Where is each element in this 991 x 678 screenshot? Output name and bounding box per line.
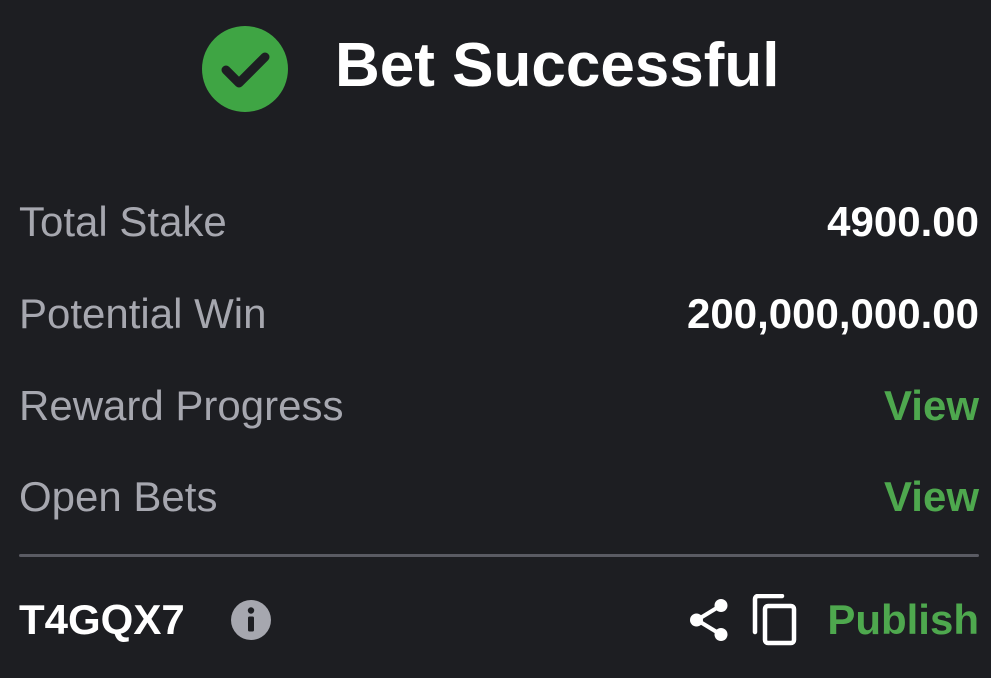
total-stake-label: Total Stake [19,198,227,245]
open-bets-label: Open Bets [19,473,218,520]
share-icon[interactable] [686,597,732,643]
info-icon[interactable] [230,599,272,641]
summary-row-potential-win: Potential Win 200,000,000.00 [19,284,979,344]
booking-footer: T4GQX7 Publish [19,588,979,652]
check-circle-icon [202,26,288,112]
summary-row-open-bets: Open Bets View [19,467,979,527]
reward-progress-label: Reward Progress [19,382,344,429]
page-title: Bet Successful [335,31,780,100]
reward-progress-view-link[interactable]: View [884,376,979,436]
open-bets-view-link[interactable]: View [884,467,979,527]
potential-win-value: 200,000,000.00 [687,290,979,337]
divider [19,554,979,557]
summary-row-reward-progress: Reward Progress View [19,376,979,436]
total-stake-value: 4900.00 [827,198,979,245]
copy-icon[interactable] [750,594,798,646]
summary-row-total-stake: Total Stake 4900.00 [19,192,979,252]
potential-win-label: Potential Win [19,290,267,337]
publish-button[interactable]: Publish [827,588,979,652]
bet-success-header: Bet Successful [0,0,991,140]
booking-code: T4GQX7 [19,596,185,643]
